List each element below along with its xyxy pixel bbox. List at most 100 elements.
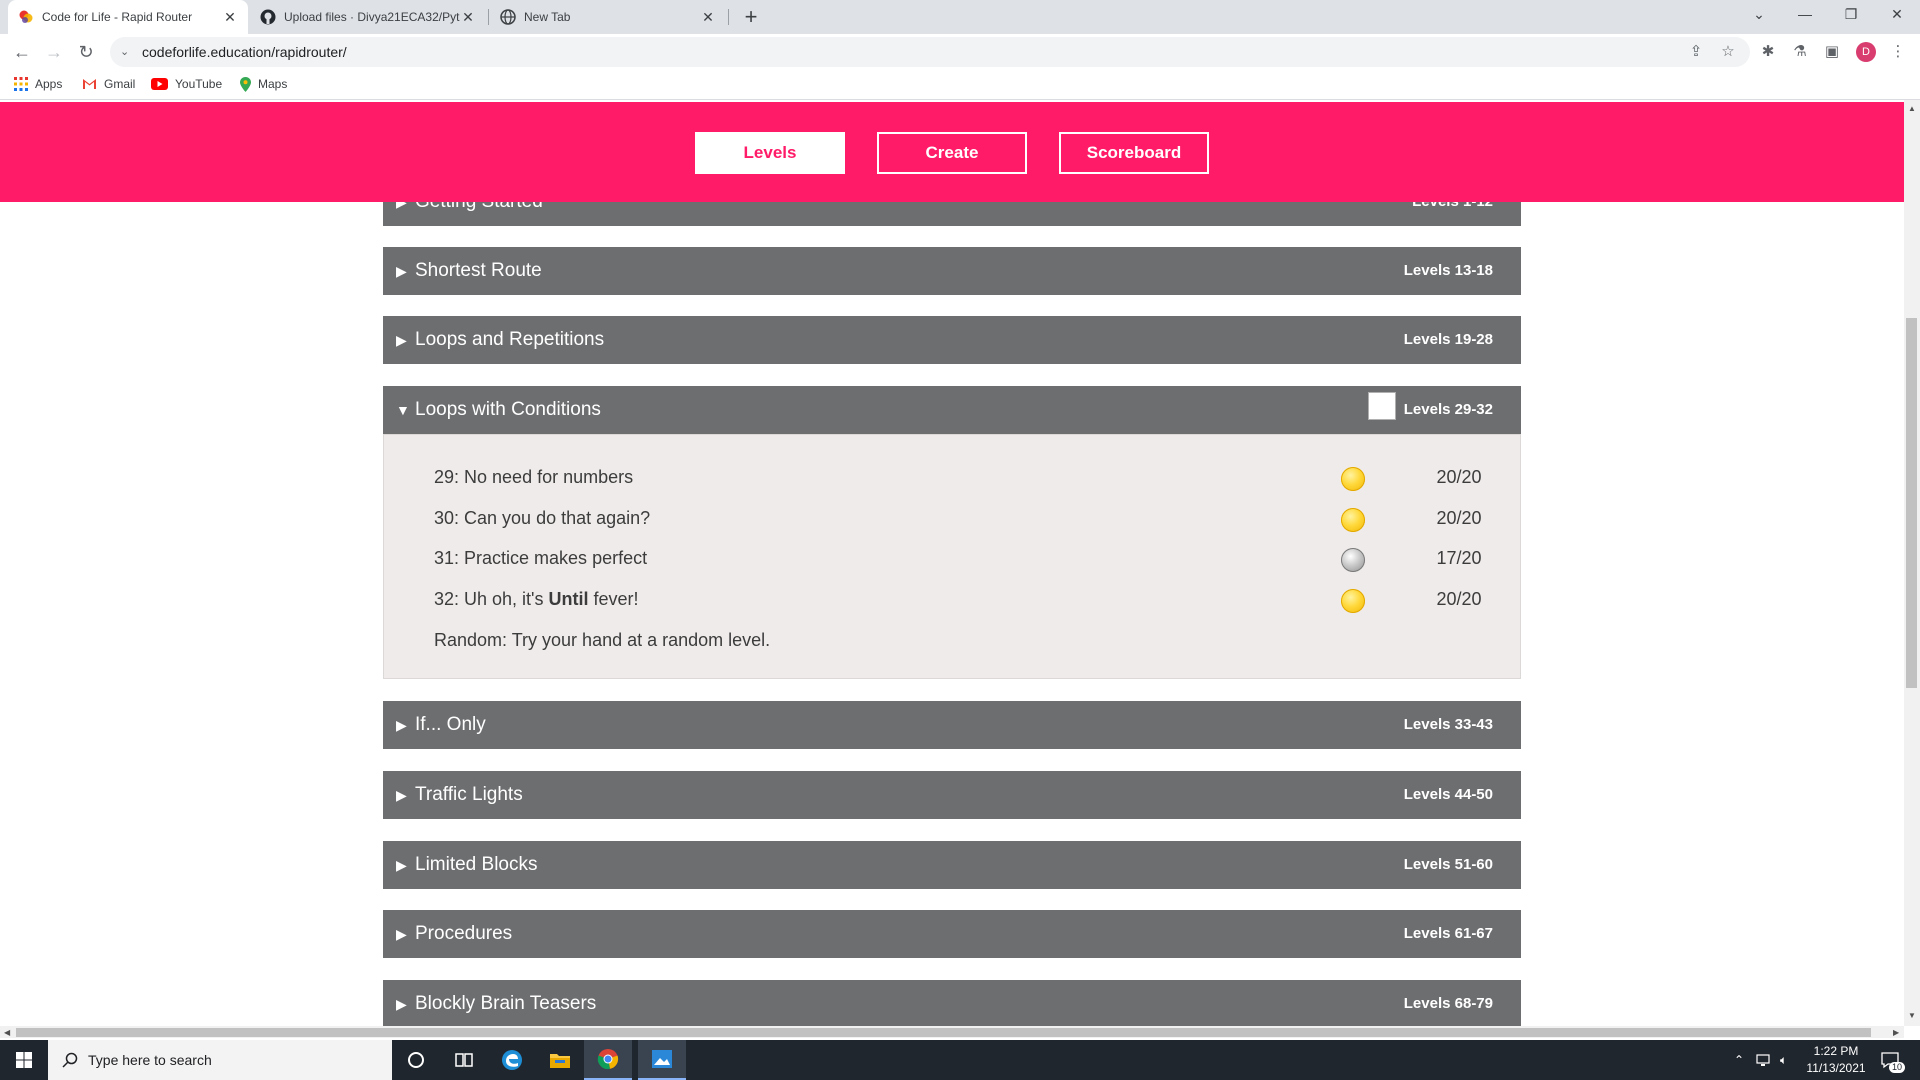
gold-medal-icon — [1341, 589, 1365, 613]
collapsed-arrow-icon: ▶ — [396, 857, 407, 873]
collapsed-arrow-icon: ▶ — [396, 263, 407, 279]
gold-medal-icon — [1341, 508, 1365, 532]
close-tab-icon[interactable]: ✕ — [222, 9, 238, 26]
level-name-bold: Until — [548, 589, 589, 609]
level-name-prefix: 32: Uh oh, it's — [434, 589, 549, 609]
episode-range: Levels 19-28 — [1403, 331, 1493, 348]
random-level-link[interactable]: Random: Try your hand at a random level. — [434, 630, 770, 651]
maps-icon — [240, 76, 251, 92]
close-window-button[interactable]: ✕ — [1874, 0, 1920, 30]
cortana-icon[interactable] — [392, 1040, 440, 1080]
windows-start-button[interactable] — [0, 1040, 48, 1080]
episode-procedures[interactable]: ▶ Procedures Levels 61-67 — [383, 910, 1521, 958]
scroll-down-arrow-icon[interactable]: ▼ — [1908, 1011, 1916, 1020]
episode-range: Levels 61-67 — [1403, 925, 1493, 942]
tab-title: Upload files · Divya21ECA32/Pyth — [284, 10, 460, 24]
episode-title: Shortest Route — [415, 260, 542, 281]
extensions-puzzle-icon[interactable]: ✱ — [1758, 42, 1778, 62]
reload-button[interactable]: ↻ — [72, 38, 100, 66]
create-tab-button[interactable]: Create — [877, 132, 1027, 174]
level-link-32[interactable]: 32: Uh oh, it's Until fever! — [434, 589, 639, 610]
horizontal-scroll-thumb[interactable] — [16, 1028, 1871, 1037]
scroll-left-arrow-icon[interactable]: ◀ — [4, 1028, 10, 1037]
show-hidden-icons-icon[interactable]: ⌃ — [1734, 1040, 1744, 1080]
bookmark-maps[interactable]: Maps — [240, 70, 287, 98]
new-tab-button[interactable]: + — [738, 4, 764, 30]
bookmark-youtube[interactable]: YouTube — [151, 70, 222, 98]
episode-loops-and-repetitions[interactable]: ▶ Loops and Repetitions Levels 19-28 — [383, 316, 1521, 364]
profile-avatar[interactable]: D — [1856, 42, 1876, 62]
side-panel-icon[interactable]: ▣ — [1822, 42, 1842, 62]
episode-title: Procedures — [415, 923, 513, 944]
tab-separator — [728, 9, 729, 25]
address-bar[interactable]: ⌄ codeforlife.education/rapidrouter/ — [110, 37, 1750, 67]
apps-grid-icon — [14, 77, 28, 91]
level-link-29[interactable]: 29: No need for numbers — [434, 467, 633, 488]
collapsed-arrow-icon: ▶ — [396, 996, 407, 1012]
chrome-globe-icon — [500, 9, 516, 25]
forward-button[interactable]: → — [40, 38, 68, 66]
share-icon[interactable]: ⇪ — [1686, 42, 1706, 62]
episode-shortest-route[interactable]: ▶ Shortest Route Levels 13-18 — [383, 247, 1521, 295]
close-tab-icon[interactable]: ✕ — [700, 9, 716, 26]
scoreboard-tab-button[interactable]: Scoreboard — [1059, 132, 1209, 174]
level-link-30[interactable]: 30: Can you do that again? — [434, 508, 650, 529]
volume-icon[interactable]: 🔈︎ — [1780, 1040, 1787, 1080]
episode-loops-with-conditions[interactable]: ▼ Loops with Conditions Levels 29-32 — [383, 386, 1521, 434]
url-text: codeforlife.education/rapidrouter/ — [142, 44, 347, 60]
broken-image-icon — [1368, 392, 1396, 420]
episode-title: If... Only — [415, 714, 486, 735]
vertical-scroll-thumb[interactable] — [1906, 318, 1917, 688]
restore-button[interactable]: ❐ — [1828, 0, 1874, 30]
gmail-icon — [82, 78, 97, 90]
labs-flask-icon[interactable]: ⚗ — [1790, 42, 1810, 62]
level-score: 20/20 — [1436, 508, 1482, 528]
edge-browser-icon[interactable] — [488, 1040, 536, 1080]
episode-traffic-lights[interactable]: ▶ Traffic Lights Levels 44-50 — [383, 771, 1521, 819]
episode-if-only[interactable]: ▶ If... Only Levels 33-43 — [383, 701, 1521, 749]
site-header: Levels Create Scoreboard — [0, 102, 1904, 202]
back-button[interactable]: ← — [8, 38, 36, 66]
bookmark-apps[interactable]: Apps — [14, 70, 62, 98]
site-info-icon[interactable]: ⌄ — [120, 37, 129, 67]
episode-title: Loops with Conditions — [415, 399, 601, 420]
episode-blockly-brain-teasers[interactable]: ▶ Blockly Brain Teasers Levels 68-79 — [383, 980, 1521, 1026]
search-placeholder: Type here to search — [88, 1052, 212, 1068]
episode-range: Levels 51-60 — [1403, 856, 1493, 873]
minimize-button[interactable]: — — [1782, 0, 1828, 30]
tab-title: Code for Life - Rapid Router — [42, 10, 193, 24]
windows-logo-icon — [16, 1052, 32, 1068]
task-view-icon[interactable] — [440, 1040, 488, 1080]
browser-toolbar: ← → ↻ ⌄ codeforlife.education/rapidroute… — [0, 34, 1920, 70]
tab-search-icon[interactable]: ⌄ — [1736, 0, 1782, 30]
level-link-31[interactable]: 31: Practice makes perfect — [434, 548, 647, 569]
clock-date: 11/13/2021 — [1806, 1061, 1866, 1075]
episode-range: Levels 44-50 — [1403, 786, 1493, 803]
browser-tab-strip: Code for Life - Rapid Router ✕ Upload fi… — [0, 0, 1920, 34]
notifications-button[interactable]: 10 — [1880, 1040, 1906, 1080]
level-name-suffix: fever! — [588, 589, 639, 609]
episode-title: Limited Blocks — [415, 854, 538, 875]
silver-medal-icon — [1341, 548, 1365, 572]
collapsed-arrow-icon: ▶ — [396, 717, 407, 733]
system-clock[interactable]: 1:22 PM 11/13/2021 — [1796, 1043, 1876, 1077]
file-explorer-icon[interactable] — [536, 1040, 584, 1080]
episode-range: Levels 68-79 — [1403, 995, 1493, 1012]
photos-app-icon[interactable] — [638, 1040, 686, 1080]
scroll-right-arrow-icon[interactable]: ▶ — [1893, 1028, 1899, 1037]
level-score: 20/20 — [1436, 589, 1482, 609]
scroll-up-arrow-icon[interactable]: ▲ — [1908, 104, 1916, 113]
close-tab-icon[interactable]: ✕ — [460, 9, 476, 26]
chrome-taskbar-icon[interactable] — [584, 1040, 632, 1080]
tab-upload-files[interactable]: Upload files · Divya21ECA32/Pyth ✕ — [250, 0, 486, 34]
bookmark-gmail[interactable]: Gmail — [82, 70, 135, 98]
tab-new-tab[interactable]: New Tab ✕ — [490, 0, 726, 34]
levels-tab-button[interactable]: Levels — [695, 132, 845, 174]
menu-kebab-icon[interactable]: ⋮ — [1888, 42, 1908, 62]
github-icon — [260, 9, 276, 25]
taskbar-search-box[interactable]: Type here to search — [48, 1040, 392, 1080]
episode-limited-blocks[interactable]: ▶ Limited Blocks Levels 51-60 — [383, 841, 1521, 889]
tab-code-for-life[interactable]: Code for Life - Rapid Router ✕ — [8, 0, 248, 34]
network-icon[interactable] — [1756, 1040, 1772, 1080]
bookmark-star-icon[interactable]: ☆ — [1718, 42, 1738, 62]
